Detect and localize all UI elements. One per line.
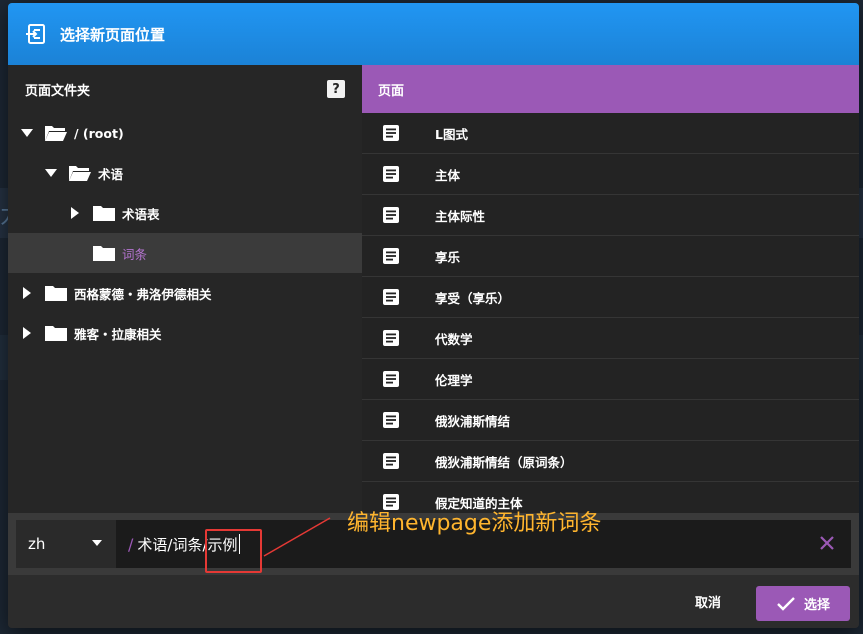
dialog-titlebar: 选择新页面位置 <box>8 3 859 65</box>
folders-panel: 页面文件夹 ? / (root) 术语术语表词条西格蒙德・弗洛伊德相关 雅客・拉康相… <box>8 65 362 513</box>
help-icon[interactable]: ? <box>327 80 345 98</box>
pages-panel-header: 页面 <box>362 65 859 113</box>
caret-right-icon[interactable] <box>68 206 82 220</box>
folder-tree-item[interactable]: 术语表 <box>8 193 362 233</box>
page-icon <box>383 125 399 141</box>
close-icon[interactable] <box>817 533 837 553</box>
page-list-item[interactable]: 伦理学 <box>362 359 859 400</box>
page-list-item[interactable]: 主体际性 <box>362 195 859 236</box>
folder-tree-item-label: 词条 <box>122 246 148 262</box>
page-list-item[interactable]: 代数学 <box>362 318 859 359</box>
cancel-button[interactable]: 取消 <box>695 592 721 611</box>
page-icon <box>383 330 399 346</box>
check-icon <box>777 596 795 611</box>
page-list-item[interactable]: 主体 <box>362 154 859 195</box>
page-list-item[interactable]: 俄狄浦斯情结（原词条） <box>362 441 859 482</box>
folder-icon <box>45 286 67 301</box>
page-list-item[interactable]: 享乐 <box>362 236 859 277</box>
folder-tree-item-label: / (root) <box>74 125 124 141</box>
annotation-text: 编辑newpage添加新词条 <box>347 511 602 536</box>
page-icon <box>383 289 399 305</box>
locale-value: zh <box>28 535 46 553</box>
pages-panel: 页面 L图式主体主体际性享乐享受（享乐） 代数学伦理学俄狄浦斯情结俄狄浦斯情结（原… <box>362 65 859 513</box>
folder-open-icon <box>45 126 67 141</box>
caret-down-icon[interactable] <box>44 166 58 180</box>
page-icon <box>383 453 399 469</box>
caret-right-icon[interactable] <box>20 326 34 340</box>
folder-tree-item-label: 术语表 <box>122 206 160 222</box>
page-list-item-label: 享受（享乐） <box>435 290 511 306</box>
page-icon <box>383 166 399 182</box>
page-list-item-label: 主体际性 <box>435 208 486 224</box>
folder-tree-item[interactable]: 雅客・拉康相关 <box>8 313 362 353</box>
dialog-title: 选择新页面位置 <box>60 25 166 44</box>
page-list-item-label: 主体 <box>435 167 461 183</box>
folder-icon <box>93 206 115 221</box>
folders-header-label: 页面文件夹 <box>25 83 91 99</box>
page-list-item-label: 享乐 <box>435 249 461 265</box>
path-prefix: / <box>128 534 134 554</box>
select-button[interactable]: 选择 <box>756 586 850 621</box>
page-list: L图式主体主体际性享乐享受（享乐） 代数学伦理学俄狄浦斯情结俄狄浦斯情结（原词条）… <box>362 113 859 513</box>
page-list-item[interactable]: 俄狄浦斯情结 <box>362 400 859 441</box>
highlight-box <box>205 529 262 573</box>
chevron-down-icon <box>92 540 102 546</box>
page-list-item[interactable]: L图式 <box>362 113 859 154</box>
page-list-item-label: 俄狄浦斯情结 <box>435 413 511 429</box>
folders-panel-header: 页面文件夹 ? <box>8 65 362 113</box>
page-list-item[interactable]: 享受（享乐） <box>362 277 859 318</box>
folder-tree-item-label: 雅客・拉康相关 <box>74 326 162 342</box>
folder-icon <box>45 326 67 341</box>
page-list-item-label: 俄狄浦斯情结（原词条） <box>435 454 573 470</box>
page-icon <box>383 412 399 428</box>
folder-tree: / (root) 术语术语表词条西格蒙德・弗洛伊德相关 雅客・拉康相关 <box>8 113 362 353</box>
select-button-label: 选择 <box>803 598 830 613</box>
folder-tree-item[interactable]: 词条 <box>8 233 362 273</box>
page-list-item-label: L图式 <box>435 126 468 142</box>
page-list-item-label: 伦理学 <box>435 372 473 388</box>
page-list-item-label: 代数学 <box>435 331 473 347</box>
caret-spacer <box>68 246 82 260</box>
page-icon <box>383 248 399 264</box>
page-icon <box>383 207 399 223</box>
folder-tree-item[interactable]: 西格蒙德・弗洛伊德相关 <box>8 273 362 313</box>
page-icon <box>383 371 399 387</box>
folder-tree-item[interactable]: / (root) <box>8 113 362 153</box>
folder-open-icon <box>69 166 91 181</box>
locale-select[interactable]: zh <box>16 520 116 568</box>
folder-tree-item-label: 术语 <box>98 166 124 182</box>
dialog-footer: 取消 选择 <box>8 575 859 628</box>
folder-tree-item[interactable]: 术语 <box>8 153 362 193</box>
caret-down-icon[interactable] <box>20 126 34 140</box>
move-page-icon <box>26 24 45 44</box>
folder-tree-item-label: 西格蒙德・弗洛伊德相关 <box>74 286 212 302</box>
caret-right-icon[interactable] <box>20 286 34 300</box>
folder-icon <box>93 246 115 261</box>
